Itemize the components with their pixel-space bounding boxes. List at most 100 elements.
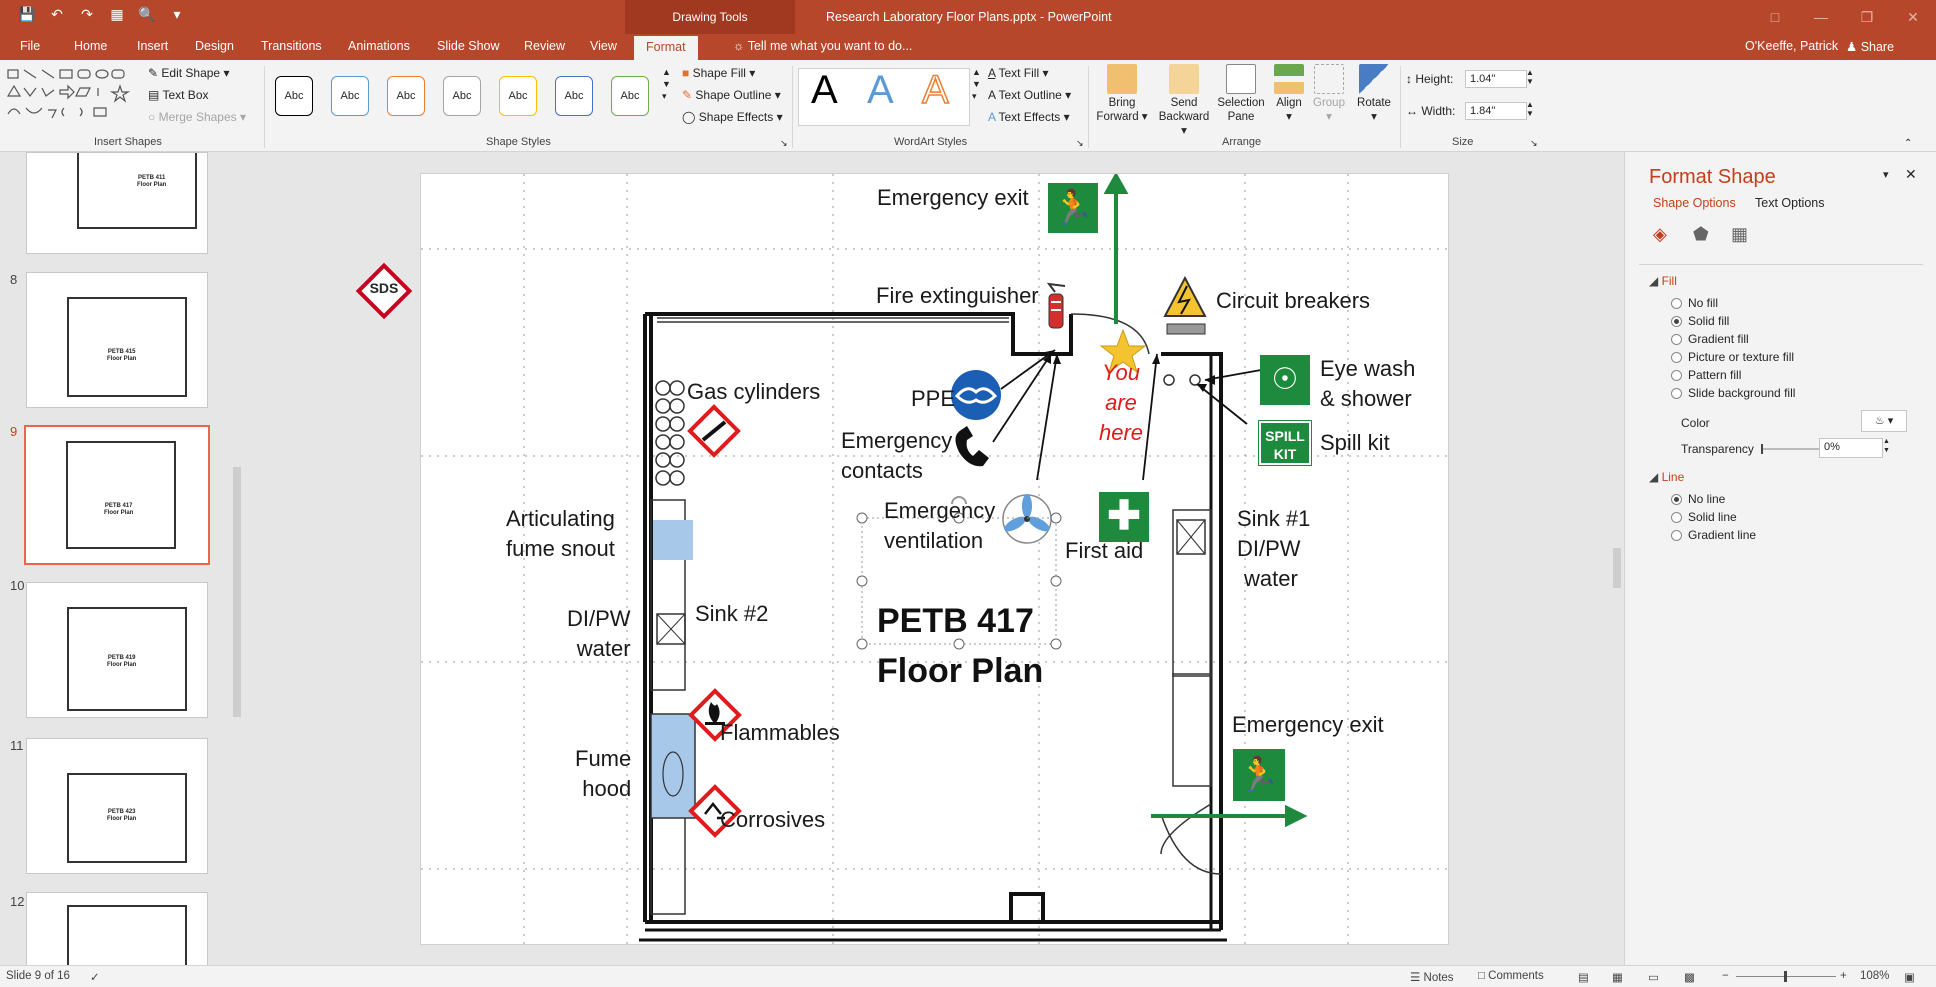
scroll-thumb[interactable] (1613, 548, 1621, 588)
tab-shape-options[interactable]: Shape Options (1653, 196, 1736, 210)
option-solid-line[interactable]: Solid line (1671, 510, 1737, 524)
user-name[interactable]: O'Keeffe, Patrick (1745, 39, 1838, 53)
tab-transitions[interactable]: Transitions (261, 39, 322, 53)
emergency-exit-icon[interactable]: 🏃 (1048, 183, 1098, 233)
rotate-button[interactable]: Rotate ▾ (1354, 64, 1394, 124)
ribbon-display-options-icon[interactable]: □ (1752, 0, 1798, 34)
radio-button[interactable] (1671, 315, 1682, 327)
comments-button[interactable]: □ Comments (1478, 970, 1544, 982)
slide-canvas[interactable]: SDS 🏃 ☉ SPILL KIT ✚ 🏃 Emergency exit Fire… (355, 173, 1450, 946)
text-fill-button[interactable]: A Text Fill ▾ (988, 66, 1049, 80)
color-picker-button[interactable]: ♨ ▾ (1861, 410, 1907, 432)
zoom-out-icon[interactable]: − (1722, 970, 1729, 982)
radio-button[interactable] (1671, 333, 1682, 345)
tab-file[interactable]: File (20, 39, 40, 53)
normal-view-icon[interactable]: ▤ (1578, 970, 1589, 984)
transparency-spinner[interactable]: ▲ ▼ (1883, 437, 1890, 455)
wordart-sample-blue[interactable]: A (867, 68, 894, 113)
first-aid-icon[interactable]: ✚ (1099, 492, 1149, 542)
close-icon[interactable]: ✕ (1890, 0, 1936, 34)
save-icon[interactable]: 💾 (18, 6, 36, 23)
tab-view[interactable]: View (590, 39, 617, 53)
slide-thumbnail-selected[interactable]: PETB 417 Floor Plan (24, 425, 210, 565)
selection-pane-button[interactable]: Selection Pane (1214, 64, 1268, 124)
line-section-header[interactable]: ◢ Line (1649, 470, 1684, 484)
tab-slideshow[interactable]: Slide Show (437, 39, 500, 53)
wordart-sample-orange[interactable]: A (921, 67, 949, 113)
zoom-slider[interactable] (1736, 971, 1836, 982)
pane-options-icon[interactable]: ▾ (1883, 168, 1889, 181)
tab-animations[interactable]: Animations (348, 39, 410, 53)
notes-button[interactable]: ☰ Notes (1410, 970, 1454, 984)
slide-thumbnail[interactable]: PETB 411 Floor Plan (26, 152, 208, 254)
style-swatch-6[interactable]: Abc (555, 76, 593, 116)
text-effects-button[interactable]: A Text Effects ▾ (988, 110, 1070, 124)
fill-line-icon[interactable]: ◈ (1653, 224, 1667, 245)
slide-sorter-icon[interactable]: ▦ (1612, 970, 1623, 984)
tab-insert[interactable]: Insert (137, 39, 168, 53)
minimize-icon[interactable]: — (1798, 0, 1844, 34)
radio-button[interactable] (1671, 351, 1682, 363)
height-input[interactable]: 1.04" (1465, 70, 1527, 88)
tab-format[interactable]: Format (634, 36, 698, 60)
print-preview-icon[interactable]: 🔍 (138, 6, 156, 23)
radio-button[interactable] (1671, 369, 1682, 381)
redo-icon[interactable]: ↷ (78, 6, 96, 23)
style-gallery-scroll[interactable]: ▲ ▼ ▾ (662, 66, 671, 102)
option-gradient-line[interactable]: Gradient line (1671, 528, 1756, 542)
align-button[interactable]: Align ▾ (1272, 64, 1306, 124)
dialog-launcher-icon[interactable]: ↘ (780, 138, 788, 149)
send-backward-button[interactable]: Send Backward ▾ (1156, 64, 1212, 138)
eye-wash-icon[interactable]: ☉ (1260, 355, 1310, 405)
reading-view-icon[interactable]: ▭ (1648, 970, 1659, 984)
share-button[interactable]: ♟ Share (1846, 39, 1894, 54)
radio-button[interactable] (1671, 297, 1682, 309)
emergency-exit-icon[interactable]: 🏃 (1233, 749, 1285, 801)
slide-thumbnail[interactable]: PETB 423 Floor Plan (26, 738, 208, 874)
option-gradient-fill[interactable]: Gradient fill (1671, 332, 1749, 346)
floor-plan-title[interactable]: PETB 417 Floor Plan (877, 596, 1043, 696)
slide-thumbnail[interactable]: PETB 415 Floor Plan (26, 272, 208, 408)
shape-outline-button[interactable]: ✎ Shape Outline ▾ (682, 88, 781, 102)
option-pattern-fill[interactable]: Pattern fill (1671, 368, 1741, 382)
option-no-line[interactable]: No line (1671, 492, 1725, 506)
radio-button[interactable] (1671, 529, 1682, 541)
dialog-launcher-icon[interactable]: ↘ (1076, 138, 1084, 149)
shape-effects-button[interactable]: ◯ Shape Effects ▾ (682, 110, 783, 124)
slide-scrollbar[interactable] (1610, 152, 1624, 965)
effects-pentagon-icon[interactable]: ⬟ (1693, 224, 1709, 245)
undo-icon[interactable]: ↶ (48, 6, 66, 23)
thumbnail-scrollbar[interactable] (230, 152, 244, 965)
edit-shape-button[interactable]: ✎ Edit Shape ▾ (148, 66, 229, 80)
slider-handle[interactable] (1761, 444, 1763, 454)
size-properties-icon[interactable]: ▦ (1731, 224, 1748, 245)
tell-me-search[interactable]: ☼ Tell me what you want to do... (733, 39, 912, 53)
zoom-level[interactable]: 108% (1860, 970, 1889, 982)
fit-to-window-icon[interactable]: ▣ (1904, 970, 1915, 984)
option-picture-fill[interactable]: Picture or texture fill (1671, 350, 1794, 364)
spill-kit-sign[interactable]: SPILL KIT (1258, 420, 1312, 466)
slide-thumbnail[interactable]: PETB 419 Floor Plan (26, 582, 208, 718)
group-button[interactable]: Group ▾ (1310, 64, 1348, 124)
text-outline-button[interactable]: A Text Outline ▾ (988, 88, 1071, 102)
scroll-thumb[interactable] (233, 467, 241, 717)
text-box-button[interactable]: ▤ Text Box (148, 88, 209, 102)
start-slideshow-icon[interactable]: ▦ (108, 6, 126, 23)
shape-fill-button[interactable]: ■ Shape Fill ▾ (682, 66, 755, 80)
style-swatch-4[interactable]: Abc (443, 76, 481, 116)
option-slide-bg-fill[interactable]: Slide background fill (1671, 386, 1795, 400)
style-swatch-2[interactable]: Abc (331, 76, 369, 116)
slide-thumbnail[interactable] (26, 892, 208, 965)
fill-section-header[interactable]: ◢ Fill (1649, 274, 1677, 288)
tab-review[interactable]: Review (524, 39, 565, 53)
option-no-fill[interactable]: No fill (1671, 296, 1718, 310)
option-solid-fill[interactable]: Solid fill (1671, 314, 1729, 328)
bring-forward-button[interactable]: Bring Forward ▾ (1096, 64, 1148, 124)
tab-home[interactable]: Home (74, 39, 107, 53)
transparency-input[interactable]: 0% (1819, 438, 1883, 458)
restore-icon[interactable]: ❐ (1844, 0, 1890, 34)
radio-button[interactable] (1671, 387, 1682, 399)
transparency-slider[interactable] (1761, 444, 1821, 454)
wordart-gallery-scroll[interactable]: ▲ ▼ ▾ (972, 66, 981, 102)
style-swatch-5[interactable]: Abc (499, 76, 537, 116)
